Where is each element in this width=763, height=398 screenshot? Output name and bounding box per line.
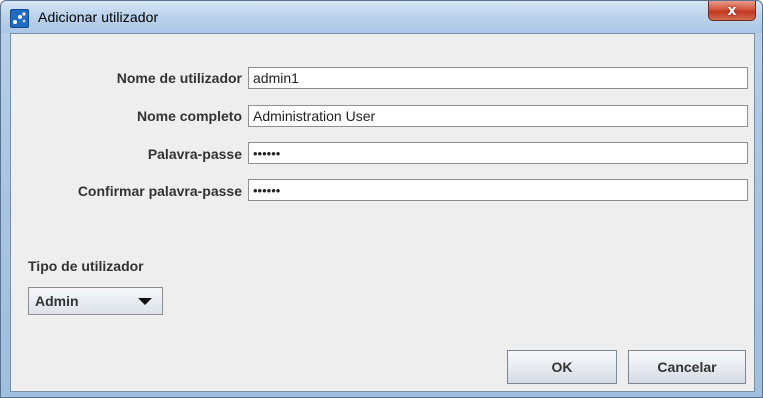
- user-type-select[interactable]: Admin: [28, 287, 163, 315]
- full-name-label: Nome completo: [136, 108, 242, 124]
- app-icon: [10, 9, 29, 28]
- password-label: Palavra-passe: [147, 146, 242, 162]
- password-field[interactable]: [248, 142, 748, 164]
- confirm-password-field[interactable]: [248, 179, 748, 201]
- close-icon: x: [727, 2, 737, 19]
- close-button[interactable]: x: [708, 1, 756, 21]
- full-name-field[interactable]: [248, 105, 748, 127]
- user-type-value: Admin: [35, 293, 79, 309]
- dialog-window: Adicionar utilizador x Nome de utilizado…: [0, 0, 763, 398]
- user-type-label: Tipo de utilizador: [28, 258, 144, 274]
- title-bar[interactable]: Adicionar utilizador x: [1, 1, 762, 33]
- confirm-password-label: Confirmar palavra-passe: [77, 183, 242, 199]
- ok-button[interactable]: OK: [507, 350, 617, 384]
- cancel-button[interactable]: Cancelar: [628, 350, 746, 384]
- username-label: Nome de utilizador: [116, 70, 242, 86]
- dialog-content: Nome de utilizador Nome completo Palavra…: [10, 33, 755, 392]
- chevron-down-icon[interactable]: [138, 298, 152, 305]
- username-field[interactable]: [248, 67, 748, 89]
- window-title: Adicionar utilizador: [38, 9, 159, 25]
